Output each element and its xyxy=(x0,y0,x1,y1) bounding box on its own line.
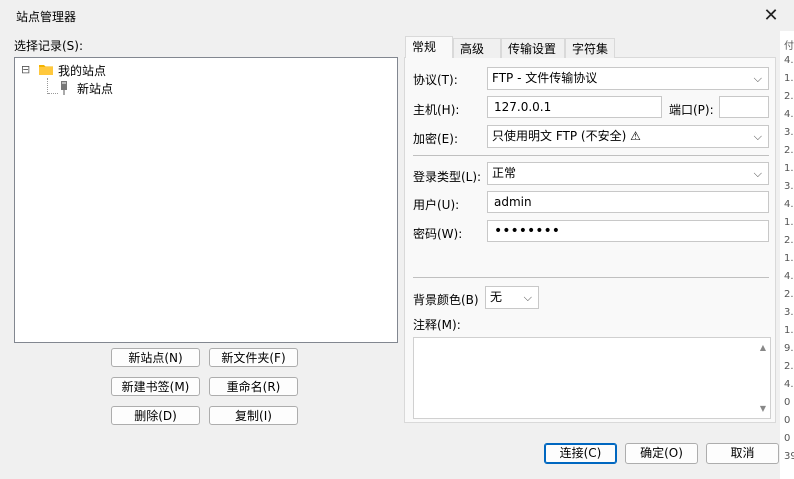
background-color-label: 背景颜色(B) xyxy=(413,293,479,307)
site-manager-window: { "window": { "title": "站点管理器", "close_g… xyxy=(0,0,794,479)
host-input[interactable]: 127.0.0.1 xyxy=(487,96,662,118)
ok-button[interactable]: 确定(O) xyxy=(625,443,698,464)
tab-advanced[interactable]: 高级 xyxy=(453,38,501,58)
encryption-label: 加密(E): xyxy=(413,132,458,146)
chevron-down-icon: ⌵ xyxy=(753,72,762,85)
close-icon[interactable]: ✕ xyxy=(759,3,783,27)
notes-textarea[interactable]: ▲ ▼ xyxy=(413,337,771,419)
delete-button[interactable]: 删除(D) xyxy=(111,406,200,425)
background-color-value: 无 xyxy=(490,290,503,304)
background-text-fragment: 4. xyxy=(784,199,794,210)
connect-button[interactable]: 连接(C) xyxy=(544,443,617,464)
background-text-fragment: 1. xyxy=(784,253,794,264)
background-text-fragment: 0 xyxy=(784,415,791,426)
background-text-fragment: 0 xyxy=(784,397,791,408)
chevron-down-icon: ⌵ xyxy=(753,130,762,143)
tree-line xyxy=(47,78,49,94)
background-text-fragment: 2. xyxy=(784,361,794,372)
background-text-fragment: 4. xyxy=(784,379,794,390)
new-site-button[interactable]: 新站点(N) xyxy=(111,348,200,367)
background-text-fragment: 2. xyxy=(784,91,794,102)
protocol-select[interactable]: FTP - 文件传输协议 ⌵ xyxy=(487,67,769,90)
copy-button[interactable]: 复制(I) xyxy=(209,406,298,425)
site-tree[interactable]: ⊟ 我的站点 新站点 xyxy=(14,57,398,343)
background-text-fragment: 1. xyxy=(784,325,794,336)
window-title: 站点管理器 xyxy=(16,10,77,24)
port-label: 端口(P): xyxy=(669,103,714,117)
password-label: 密码(W): xyxy=(413,227,463,241)
title-bar xyxy=(0,0,794,31)
tree-line-h xyxy=(48,93,58,95)
background-text-fragment: 1. xyxy=(784,163,794,174)
background-text-fragment: 付 xyxy=(784,41,794,52)
background-text-fragment: 4. xyxy=(784,109,794,120)
tab-charset[interactable]: 字符集 xyxy=(565,38,615,58)
port-input[interactable] xyxy=(719,96,769,118)
tree-collapse-icon[interactable]: ⊟ xyxy=(21,63,30,76)
background-text-fragment: 2. xyxy=(784,235,794,246)
tab-transfer-settings[interactable]: 传输设置 xyxy=(501,38,565,58)
select-entry-label: 选择记录(S): xyxy=(14,39,84,53)
server-icon xyxy=(60,81,68,95)
background-text-fragment: 39 xyxy=(784,451,794,462)
background-text-fragment: 4. xyxy=(784,271,794,282)
background-text-fragment: 1. xyxy=(784,217,794,228)
separator xyxy=(413,277,769,278)
protocol-value: FTP - 文件传输协议 xyxy=(492,71,598,85)
logon-type-label: 登录类型(L): xyxy=(413,170,482,184)
background-text-fragment: 4. xyxy=(784,55,794,66)
background-text-fragment: 2. xyxy=(784,289,794,300)
tree-child-label[interactable]: 新站点 xyxy=(77,80,113,97)
background-text-fragment: 0 xyxy=(784,433,791,444)
folder-icon xyxy=(39,64,53,75)
encryption-value: 只使用明文 FTP (不安全) ⚠ xyxy=(492,129,641,143)
tree-root-label[interactable]: 我的站点 xyxy=(58,62,106,79)
chevron-down-icon: ⌵ xyxy=(523,291,532,304)
new-bookmark-button[interactable]: 新建书签(M) xyxy=(111,377,200,396)
protocol-label: 协议(T): xyxy=(413,73,458,87)
notes-label: 注释(M): xyxy=(413,318,461,332)
encryption-select[interactable]: 只使用明文 FTP (不安全) ⚠ ⌵ xyxy=(487,125,769,148)
background-text-fragment: 9. xyxy=(784,343,794,354)
new-folder-button[interactable]: 新文件夹(F) xyxy=(209,348,298,367)
tab-general[interactable]: 常规 xyxy=(405,36,453,58)
chevron-down-icon: ⌵ xyxy=(753,167,762,180)
background-color-select[interactable]: 无 ⌵ xyxy=(485,286,539,309)
background-text-fragment: 2. xyxy=(784,145,794,156)
background-text-fragment: 3. xyxy=(784,181,794,192)
rename-button[interactable]: 重命名(R) xyxy=(209,377,298,396)
background-text-fragment: 3. xyxy=(784,307,794,318)
scroll-up-icon[interactable]: ▲ xyxy=(760,343,766,352)
background-text-fragment: 3. xyxy=(784,127,794,138)
separator xyxy=(413,155,769,156)
background-window-strip: 付 4. 1. 2. 4. 3. 2. 1. 3. 4. 1. 2. 1. 4. 2. 3. 1. 9. 2. 4. 0… xyxy=(780,31,794,479)
logon-type-value: 正常 xyxy=(492,166,517,180)
cancel-button[interactable]: 取消 xyxy=(706,443,779,464)
background-text-fragment: 1. xyxy=(784,73,794,84)
user-label: 用户(U): xyxy=(413,198,460,212)
scroll-down-icon[interactable]: ▼ xyxy=(760,404,766,413)
host-label: 主机(H): xyxy=(413,103,460,117)
logon-type-select[interactable]: 正常 ⌵ xyxy=(487,162,769,185)
password-input[interactable]: •••••••• xyxy=(487,220,769,242)
user-input[interactable]: admin xyxy=(487,191,769,213)
